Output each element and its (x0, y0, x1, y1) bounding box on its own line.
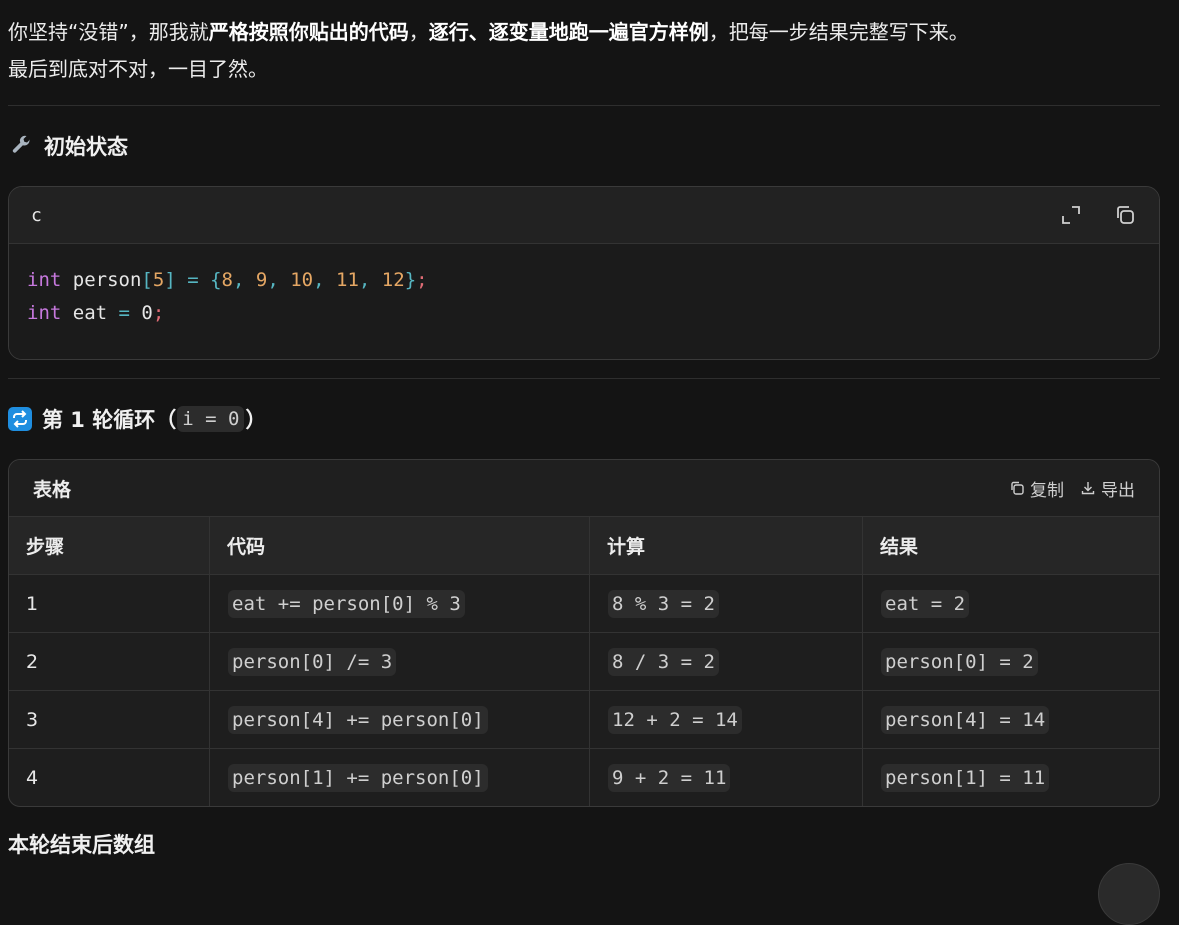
column-header: 代码 (209, 516, 590, 575)
section-title: 初始状态 (44, 135, 128, 159)
number: 0 (141, 302, 153, 324)
punct: } (404, 269, 417, 291)
number: 8 (221, 269, 233, 291)
section-heading-array-after-round: 本轮结束后数组 (8, 833, 155, 857)
inline-code: person[0] /= 3 (228, 647, 397, 676)
section-heading-initial-state: 初始状态 (8, 106, 1160, 186)
calc-cell: 8 % 3 = 2 (589, 574, 863, 633)
identifier: person (61, 269, 142, 291)
inline-code: person[0] = 2 (881, 647, 1038, 676)
inline-code: person[1] += person[0] (228, 763, 488, 792)
inline-code: person[4] = 14 (881, 705, 1050, 734)
inline-code: i = 0 (177, 406, 245, 432)
intro-bold-1: 严格按照你贴出的代码 (208, 20, 409, 44)
code-cell: person[1] += person[0] (209, 748, 590, 806)
number: 11 (336, 269, 359, 291)
semicolon: ; (416, 269, 428, 291)
inline-code: 9 + 2 = 11 (608, 763, 731, 792)
copy-icon (1011, 481, 1024, 495)
step-cell: 4 (9, 748, 210, 806)
table-row: 2 person[0] /= 3 8 / 3 = 2 person[0] = 2 (9, 632, 1159, 691)
table-header-row: 步骤 代码 计算 结果 (9, 516, 1159, 575)
scroll-to-bottom-button[interactable] (1098, 863, 1160, 925)
table-block: 表格 复制 导出 步骤 代码 计算 结果 1 eat += person[0] … (8, 459, 1160, 807)
column-header: 步骤 (9, 516, 210, 575)
inline-code: eat = 2 (881, 589, 970, 618)
calc-cell: 8 / 3 = 2 (589, 632, 863, 691)
punct: , (313, 269, 337, 291)
copy-label: 复制 (1030, 480, 1064, 501)
punct: , (267, 269, 291, 291)
step-cell: 1 (9, 574, 210, 633)
inline-code: eat += person[0] % 3 (228, 589, 465, 618)
code-content: int person[5] = {8, 9, 10, 11, 12}; int … (9, 244, 1159, 359)
table-row: 4 person[1] += person[0] 9 + 2 = 11 pers… (9, 748, 1159, 806)
intro-text: ，把每一步结果完整写下来。 (708, 20, 969, 44)
chat-message: 你坚持“没错”，那我就严格按照你贴出的代码，逐行、逐变量地跑一遍官方样例，把每一… (8, 0, 1160, 859)
calc-cell: 9 + 2 = 11 (589, 748, 863, 806)
inline-code: person[4] += person[0] (228, 705, 488, 734)
operator: = (175, 269, 211, 291)
steps-table: 步骤 代码 计算 结果 1 eat += person[0] % 3 8 % 3… (9, 516, 1159, 806)
table-row: 3 person[4] += person[0] 12 + 2 = 14 per… (9, 690, 1159, 749)
step-cell: 2 (9, 632, 210, 691)
section-title-suffix: ） (245, 408, 267, 432)
download-icon (1081, 482, 1095, 495)
export-label: 导出 (1101, 480, 1135, 501)
column-header: 结果 (862, 516, 1159, 575)
intro-bold-2: 逐行、逐变量地跑一遍官方样例 (428, 20, 709, 44)
intro-text: ， (408, 20, 429, 44)
loop-icon (8, 407, 32, 431)
code-language-label: c (31, 204, 42, 226)
export-table-button[interactable]: 导出 (1080, 476, 1135, 501)
copy-table-button[interactable]: 复制 (1009, 476, 1064, 501)
calc-cell: 12 + 2 = 14 (589, 690, 863, 749)
copy-icon[interactable] (1113, 203, 1137, 227)
table-row: 1 eat += person[0] % 3 8 % 3 = 2 eat = 2 (9, 574, 1159, 633)
code-line-1: int person[5] = {8, 9, 10, 11, 12}; (27, 264, 1141, 297)
code-cell: person[0] /= 3 (209, 632, 590, 691)
keyword: int (27, 302, 62, 324)
section-heading-round-1: 第 1 轮循环（ i = 0） (8, 379, 1160, 459)
number: 10 (290, 269, 314, 291)
code-block: c int person[5] = {8, 9, 10, 11, 12}; in… (8, 186, 1160, 360)
operator: = (107, 302, 142, 324)
intro-text: 你坚持“没错”，那我就 (8, 20, 209, 44)
table-title: 表格 (33, 478, 72, 501)
result-cell: person[0] = 2 (862, 632, 1159, 691)
code-block-header: c (9, 187, 1159, 244)
column-header: 计算 (589, 516, 863, 575)
punct: [ (141, 269, 153, 291)
result-cell: person[4] = 14 (862, 690, 1159, 749)
expand-icon[interactable] (1059, 203, 1083, 227)
intro-paragraph: 你坚持“没错”，那我就严格按照你贴出的代码，逐行、逐变量地跑一遍官方样例，把每一… (8, 0, 1160, 88)
punct: ] (164, 269, 176, 291)
table-header-bar: 表格 复制 导出 (9, 460, 1159, 516)
result-cell: eat = 2 (862, 574, 1159, 633)
semicolon: ; (152, 302, 165, 324)
punct: , (358, 269, 382, 291)
number: 9 (255, 269, 268, 291)
inline-code: person[1] = 11 (881, 763, 1050, 792)
table-actions: 复制 导出 (1009, 476, 1135, 501)
inline-code: 8 % 3 = 2 (608, 589, 719, 618)
punct: , (233, 269, 256, 291)
code-cell: eat += person[0] % 3 (209, 574, 590, 633)
step-cell: 3 (9, 690, 210, 749)
inline-code: 12 + 2 = 14 (608, 705, 742, 734)
code-cell: person[4] += person[0] (209, 690, 590, 749)
inline-code: 8 / 3 = 2 (608, 647, 719, 676)
punct: { (210, 269, 222, 291)
identifier: eat (61, 302, 108, 324)
section-title: 第 1 轮循环（ (42, 408, 177, 432)
number: 12 (381, 269, 405, 291)
intro-line-2: 最后到底对不对，一目了然。 (8, 57, 268, 81)
code-line-2: int eat = 0; (27, 297, 1141, 330)
code-tools (1059, 203, 1137, 227)
result-cell: person[1] = 11 (862, 748, 1159, 806)
keyword: int (27, 269, 62, 291)
wrench-icon (8, 133, 34, 159)
number: 5 (152, 269, 165, 291)
